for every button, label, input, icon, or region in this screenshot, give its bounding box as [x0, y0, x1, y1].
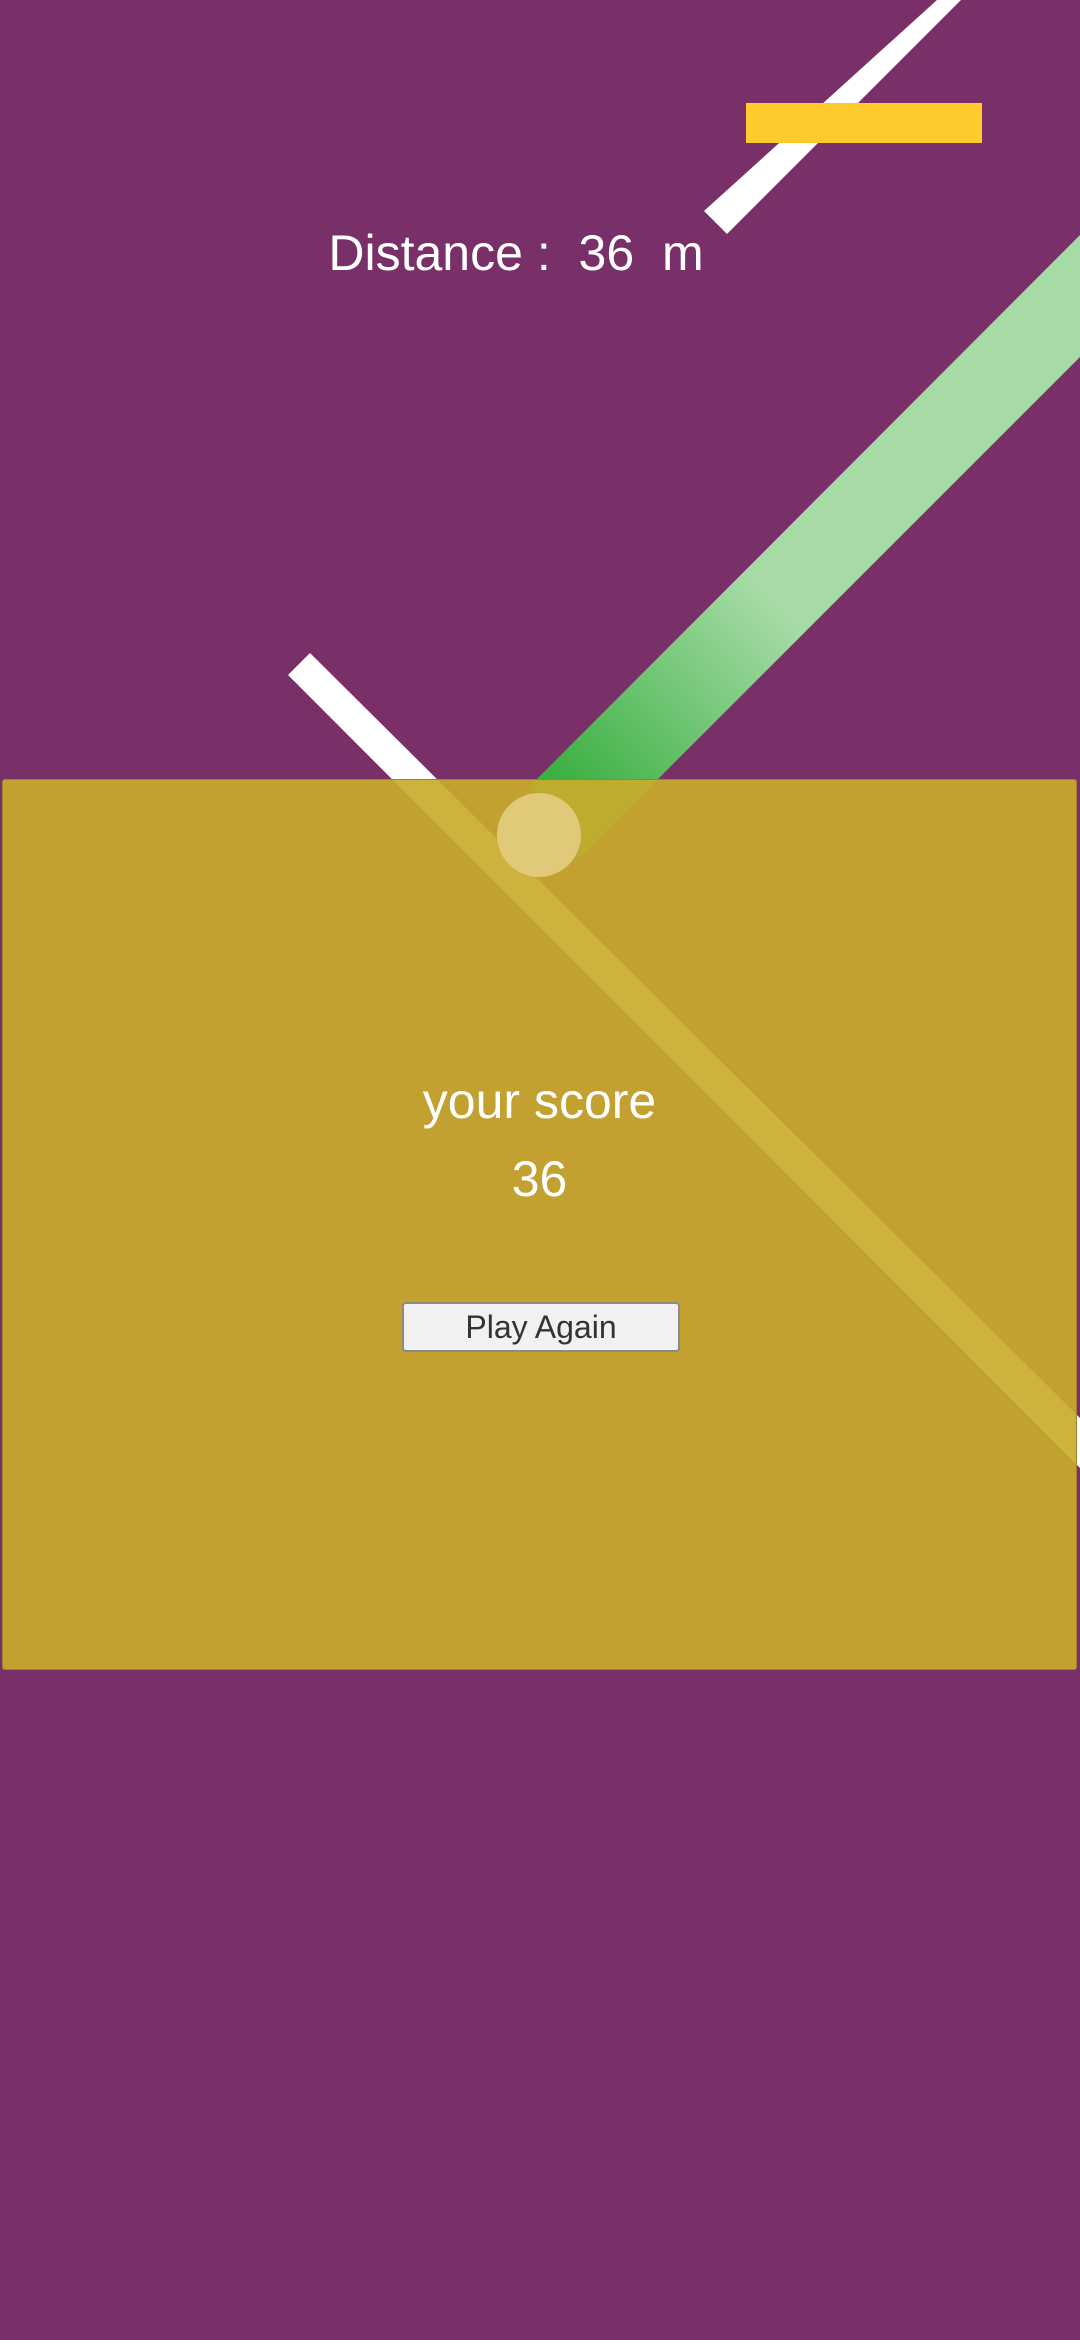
score-label: your score: [422, 1073, 657, 1129]
distance-readout: Distance : 36 m: [0, 218, 1032, 288]
game-screen: Distance : 36 m your score 36 Play Again: [0, 0, 1080, 2340]
score-value: 36: [511, 1151, 568, 1207]
distance-label: Distance :: [328, 225, 551, 281]
ball-trail: [530, 235, 1080, 857]
distance-value: 36: [578, 225, 635, 281]
play-again-button[interactable]: Play Again: [402, 1302, 680, 1352]
distance-unit: m: [661, 225, 704, 281]
game-over-panel: your score 36 Play Again: [2, 779, 1077, 1670]
score-bar: [746, 103, 982, 143]
